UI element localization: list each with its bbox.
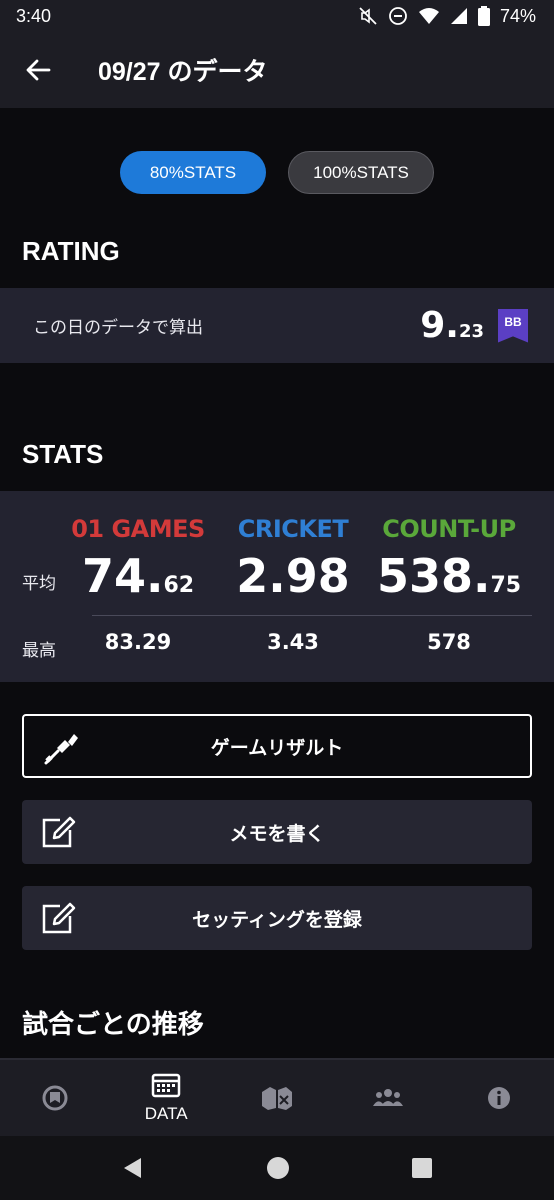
max-count-up: 578 [427, 630, 471, 654]
rating-label: この日のデータで算出 [33, 318, 203, 337]
home-circle-icon[interactable] [266, 1156, 290, 1180]
write-memo-button[interactable]: メモを書く [22, 800, 532, 864]
stats-card: 01 GAMES CRICKET COUNT-UP 平均 74.62 2.98 … [0, 491, 554, 682]
group-icon [372, 1089, 403, 1106]
game-result-button[interactable]: ゲームリザルト [22, 714, 532, 778]
rating-value-dec: 23 [458, 321, 484, 342]
bottom-nav: DATA [0, 1058, 554, 1136]
game-result-label: ゲームリザルト [210, 737, 344, 759]
register-setting-label: セッティングを登録 [192, 909, 362, 931]
card-reader-icon [42, 1085, 68, 1111]
write-memo-label: メモを書く [229, 823, 325, 845]
calendar-icon [151, 1073, 181, 1098]
edit-icon [42, 902, 76, 934]
row-label-average: 平均 [22, 574, 56, 593]
max-cricket: 3.43 [267, 630, 319, 654]
nav-home[interactable] [0, 1060, 110, 1136]
arrow-left-icon [26, 59, 51, 81]
avg-01-games: 74.62 [81, 549, 195, 603]
stats-divider [92, 615, 532, 616]
max-01-games: 83.29 [104, 630, 172, 654]
stats-section-title: STATS [22, 439, 104, 469]
rating-value: 9.23 BB [420, 305, 528, 346]
mute-icon [359, 7, 377, 25]
trend-section-title: 試合ごとの推移 [22, 1009, 204, 1039]
nav-data-label: DATA [144, 1104, 188, 1123]
back-triangle-icon[interactable] [121, 1156, 145, 1180]
status-icons: 74% [358, 6, 536, 27]
avg-cricket: 2.98 [236, 549, 350, 603]
register-setting-button[interactable]: セッティングを登録 [22, 886, 532, 950]
wifi-icon [418, 8, 439, 24]
nav-friends[interactable] [333, 1060, 443, 1136]
row-label-max: 最高 [22, 641, 56, 660]
col-head-01-games: 01 GAMES [71, 515, 205, 543]
nav-battle[interactable] [222, 1060, 332, 1136]
col-head-cricket: CRICKET [237, 515, 349, 543]
status-bar: 3:40 74% [0, 0, 554, 32]
app-bar: 09/27 のデータ [0, 32, 554, 108]
toggle-100-stats[interactable]: 100%STATS [288, 151, 434, 194]
battery-percent: 74% [499, 5, 536, 26]
page-title: 09/27 のデータ [98, 58, 268, 86]
avg-count-up: 538.75 [376, 549, 522, 603]
col-head-count-up: COUNT-UP [382, 515, 516, 543]
nav-info[interactable] [444, 1060, 554, 1136]
nav-data[interactable]: DATA [111, 1060, 221, 1136]
edit-icon [42, 816, 76, 848]
dnd-icon [389, 7, 407, 25]
rating-section-title: RATING [22, 236, 120, 266]
recents-square-icon[interactable] [411, 1157, 433, 1179]
back-button[interactable] [0, 32, 76, 108]
dart-icon [44, 734, 78, 765]
rating-value-int: 9. [420, 305, 459, 346]
battery-icon [477, 6, 490, 26]
system-navigation [0, 1136, 554, 1200]
info-icon [487, 1087, 510, 1109]
toggle-80-stats[interactable]: 80%STATS [120, 151, 266, 194]
rating-card: この日のデータで算出 9.23 BB [0, 288, 554, 363]
rating-class-badge: BB [498, 308, 528, 343]
battle-icon [261, 1087, 292, 1110]
status-time: 3:40 [16, 5, 52, 26]
signal-icon [450, 8, 467, 24]
stats-mode-toggle: 80%STATS 100%STATS [0, 151, 554, 194]
